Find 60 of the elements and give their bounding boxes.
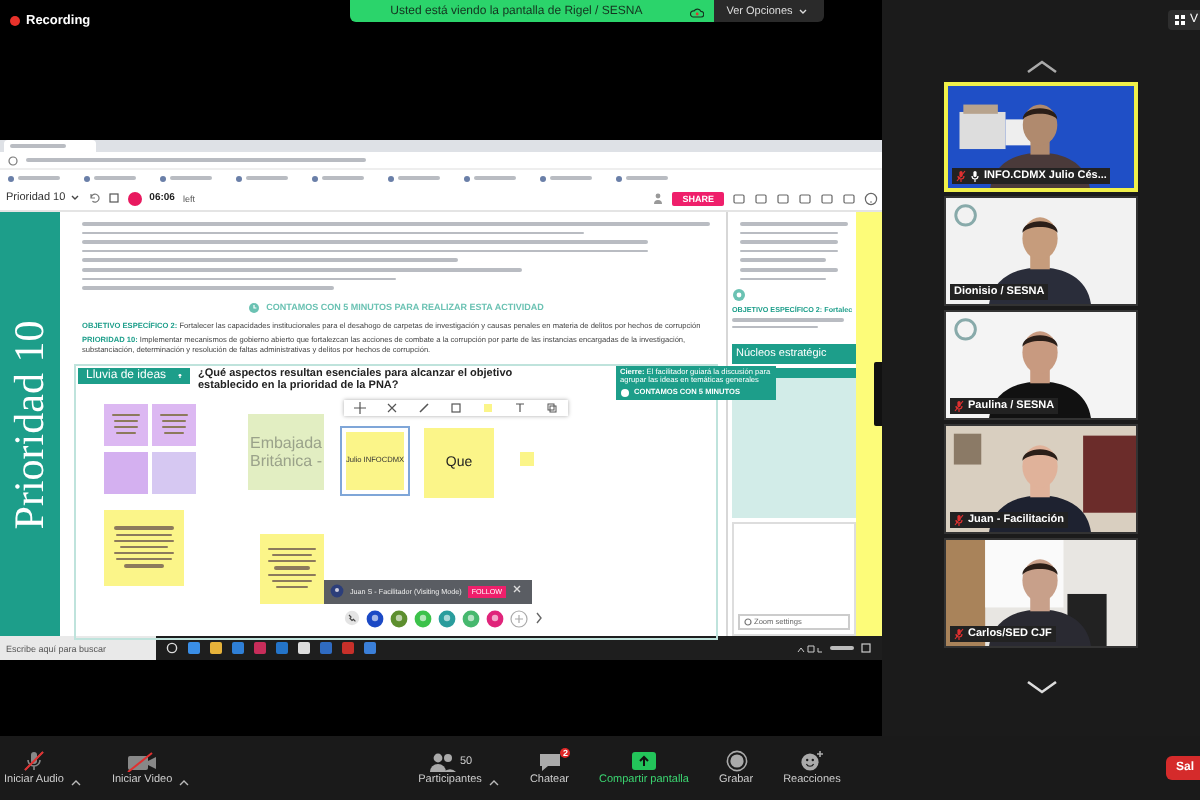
smiley-icon [799,750,824,772]
pen-icon[interactable] [418,401,430,414]
add-icon[interactable] [510,609,528,628]
bookmark-icon[interactable] [160,175,166,181]
square-icon[interactable] [450,401,462,414]
copy-icon[interactable] [546,401,558,414]
bookmark-icon[interactable] [8,175,14,181]
notification-icon[interactable] [860,642,872,654]
chat-icon [537,750,562,772]
chevron-down-icon [798,7,809,15]
sticky-note[interactable] [260,533,324,604]
bookmark-icon[interactable] [540,175,546,181]
phone-icon[interactable] [344,610,360,627]
chevron-down-icon[interactable] [1025,680,1057,694]
blurred-text [740,267,838,272]
camera-off-icon [126,752,159,772]
caret-icon[interactable] [178,778,191,786]
caret-icon[interactable] [487,778,500,786]
record-icon [725,750,748,772]
square-icon[interactable] [107,192,120,204]
text-icon[interactable] [514,401,526,414]
share-screen-icon [629,750,658,772]
avatar-icon[interactable] [390,609,408,628]
color-swatch-icon[interactable] [482,401,494,414]
bookmark-icon[interactable] [236,175,242,181]
chevron-down-icon [69,194,80,202]
sticky-note[interactable] [104,509,184,586]
sticky-note[interactable] [152,403,196,446]
bookmark-icon[interactable] [616,175,622,181]
timer-icon [127,191,142,205]
cloud-icon [690,5,705,17]
bookmark-icon[interactable] [312,175,318,181]
person-icon[interactable] [652,192,665,204]
cross-icon[interactable] [386,401,398,414]
caret-icon[interactable] [69,778,82,786]
band-title: Prioridad 10 [5,319,55,529]
grid-icon [1173,14,1186,26]
circle-icon[interactable] [166,642,178,654]
undo-icon[interactable] [87,192,100,204]
bookmark-icon[interactable] [464,175,470,181]
tray-icons [796,643,824,653]
drag-handle[interactable] [874,362,882,426]
bookmark-icon[interactable] [84,175,90,181]
recording-dot [10,16,20,26]
bookmark-icon[interactable] [388,175,394,181]
help-icon[interactable] [864,191,878,205]
gear-icon [744,618,752,626]
close-icon [512,584,523,595]
reload-icon[interactable] [8,155,18,165]
sticky-note[interactable] [104,403,148,446]
people-icon [427,752,456,772]
avatar-icon[interactable] [366,609,384,628]
muted-mic-icon [21,750,46,772]
avatar-icon [330,584,344,599]
mic-icon [970,170,980,182]
chevron-up-icon[interactable] [1025,60,1057,74]
avatar-icon[interactable] [486,609,504,628]
chevron-right-icon[interactable] [534,610,544,627]
avatar-icon[interactable] [438,609,456,628]
move-icon[interactable] [354,401,366,414]
